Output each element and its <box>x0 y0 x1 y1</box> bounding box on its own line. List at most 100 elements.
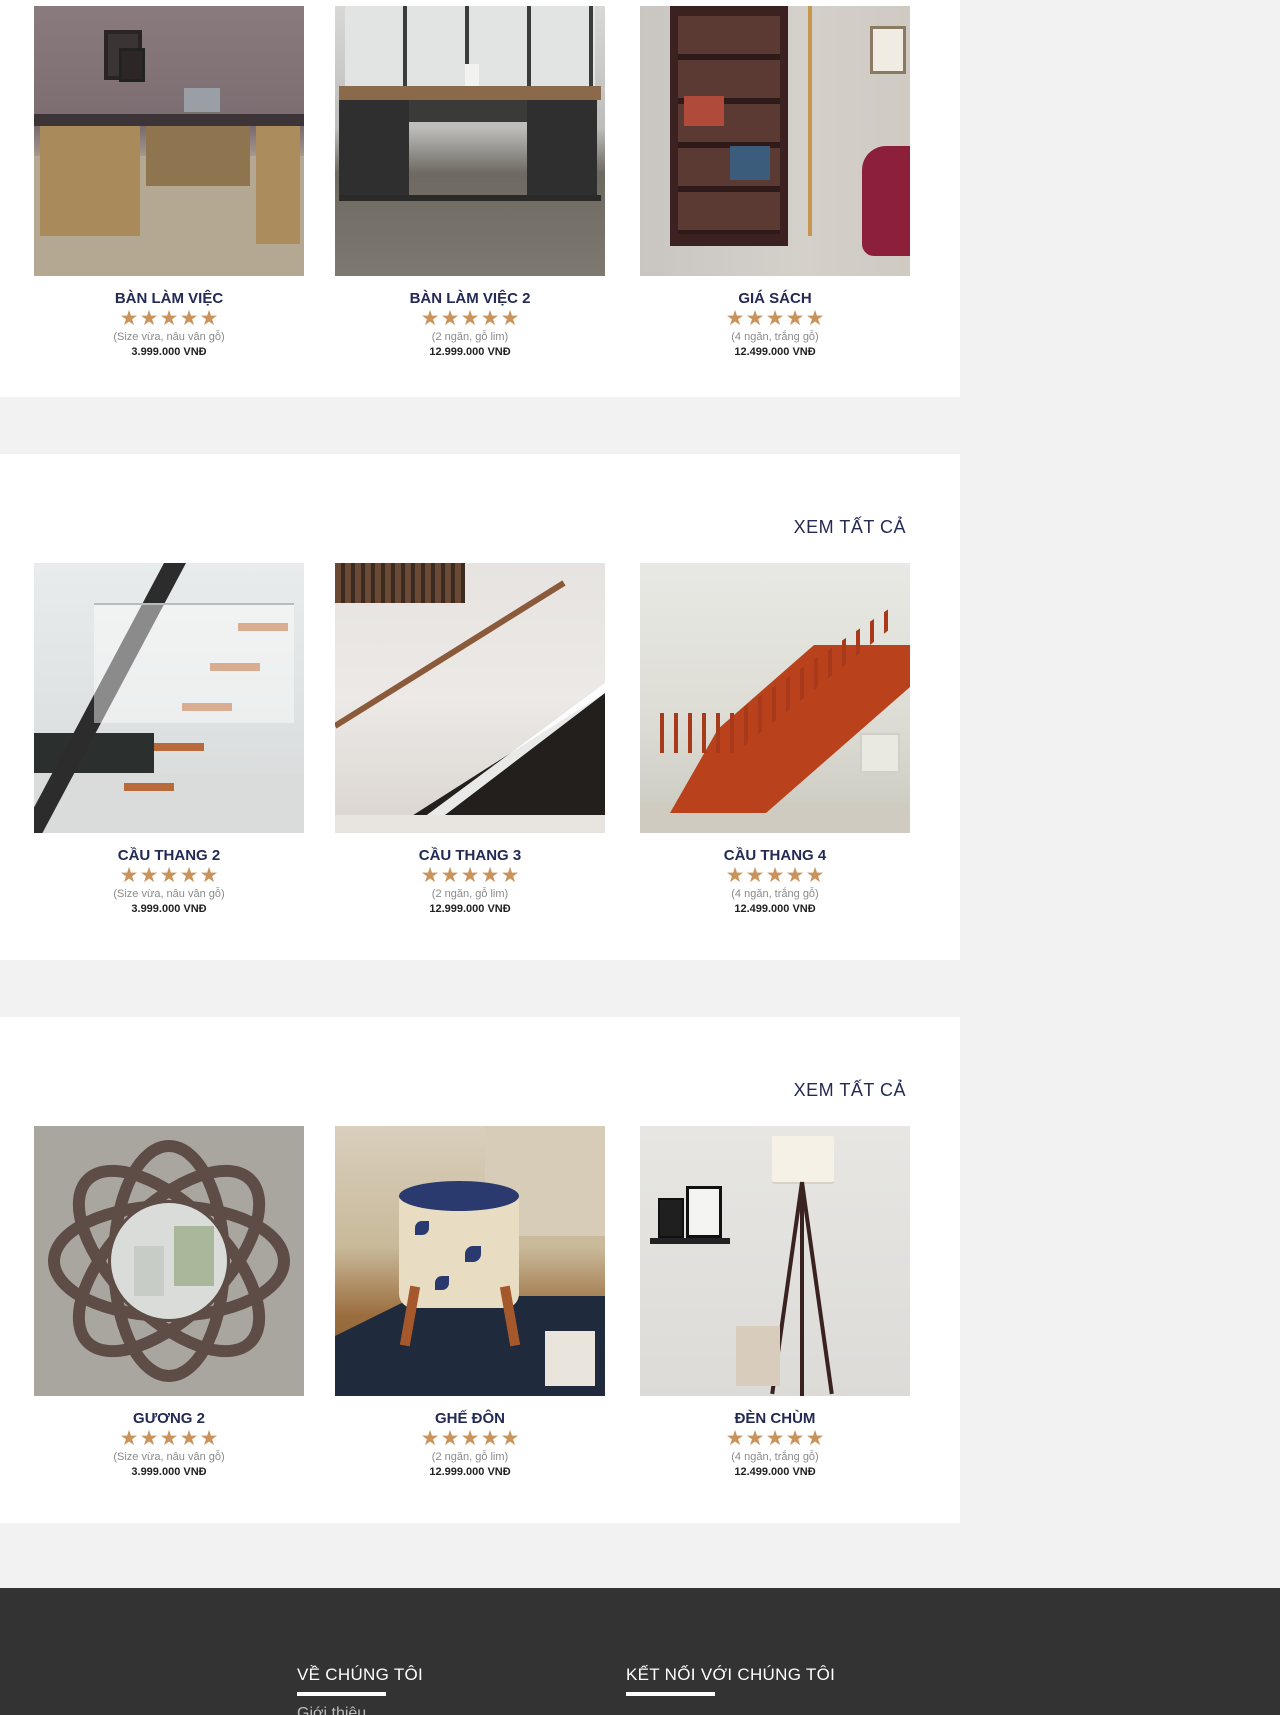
storage-staircase-image[interactable] <box>335 563 605 833</box>
rating-stars: ★★★★★ <box>335 864 605 887</box>
star-icon: ★ <box>179 1427 199 1450</box>
product-price: 3.999.000 VNĐ <box>131 346 207 358</box>
floor-lamp-image[interactable] <box>640 1126 910 1396</box>
star-icon: ★ <box>420 864 440 887</box>
star-icon: ★ <box>460 1427 480 1450</box>
product-price: 3.999.000 VNĐ <box>131 1466 207 1478</box>
star-icon: ★ <box>785 864 805 887</box>
product-description: (Size vừa, nâu vân gỗ) <box>113 888 225 900</box>
wooden-staircase-image[interactable] <box>640 563 910 833</box>
site-footer: VỀ CHÚNG TÔI Giới thiệu KẾT NỐI VỚI CHÚN… <box>0 1588 1280 1715</box>
star-icon: ★ <box>460 307 480 330</box>
star-icon: ★ <box>745 1427 765 1450</box>
rating-stars: ★★★★★ <box>34 864 304 887</box>
product-name[interactable]: GHẾ ĐÔN <box>335 1410 605 1428</box>
star-icon: ★ <box>199 1427 219 1450</box>
product-section-office: BÀN LÀM VIỆC ★★★★★ (Size vừa, nâu vân gỗ… <box>0 0 960 397</box>
product-name[interactable]: BÀN LÀM VIỆC 2 <box>335 290 605 308</box>
product-name[interactable]: CẦU THANG 3 <box>335 847 605 865</box>
star-icon: ★ <box>725 1427 745 1450</box>
product-price: 12.499.000 VNĐ <box>734 346 816 358</box>
star-icon: ★ <box>500 864 520 887</box>
product-card[interactable]: CẦU THANG 2 ★★★★★ (Size vừa, nâu vân gỗ)… <box>34 563 304 916</box>
product-description: (4 ngăn, trắng gỗ) <box>731 888 819 900</box>
rating-stars: ★★★★★ <box>640 1427 910 1450</box>
glass-staircase-image[interactable] <box>34 563 304 833</box>
product-price: 12.999.000 VNĐ <box>429 346 511 358</box>
star-icon: ★ <box>440 864 460 887</box>
star-icon: ★ <box>119 307 139 330</box>
view-all-link[interactable]: XEM TẤT CẢ <box>794 1080 906 1101</box>
bookshelf-image[interactable] <box>640 6 910 276</box>
product-card[interactable]: GIÁ SÁCH ★★★★★ (4 ngăn, trắng gỗ) 12.499… <box>640 6 910 359</box>
product-name[interactable]: GIÁ SÁCH <box>640 290 910 308</box>
rating-stars: ★★★★★ <box>335 1427 605 1450</box>
product-description: (Size vừa, nâu vân gỗ) <box>113 1451 225 1463</box>
decorative-mirror-image[interactable] <box>34 1126 304 1396</box>
star-icon: ★ <box>420 307 440 330</box>
star-icon: ★ <box>500 307 520 330</box>
product-card[interactable]: GƯƠNG 2 ★★★★★ (Size vừa, nâu vân gỗ) 3.9… <box>34 1126 304 1479</box>
star-icon: ★ <box>745 307 765 330</box>
product-section-decor: XEM TẤT CẢ GƯƠNG 2 ★★★★★ (Size vừa, nâu … <box>0 1017 960 1523</box>
mirror-frame-graphic <box>48 1140 290 1382</box>
product-description: (2 ngăn, gỗ lim) <box>431 888 509 900</box>
product-price: 12.499.000 VNĐ <box>734 903 816 915</box>
footer-about-title: VỀ CHÚNG TÔI <box>297 1665 424 1684</box>
star-icon: ★ <box>805 1427 825 1450</box>
industrial-desk-image[interactable] <box>335 6 605 276</box>
star-icon: ★ <box>420 1427 440 1450</box>
product-name[interactable]: BÀN LÀM VIỆC <box>34 290 304 308</box>
rating-stars: ★★★★★ <box>335 307 605 330</box>
star-icon: ★ <box>500 1427 520 1450</box>
product-section-stairs: XEM TẤT CẢ CẦU THANG 2 ★★★★★ (Size vừa, … <box>0 454 960 960</box>
footer-about-link[interactable]: Giới thiệu <box>297 1705 423 1715</box>
star-icon: ★ <box>745 864 765 887</box>
star-icon: ★ <box>159 307 179 330</box>
product-name[interactable]: CẦU THANG 2 <box>34 847 304 865</box>
product-card[interactable]: BÀN LÀM VIỆC ★★★★★ (Size vừa, nâu vân gỗ… <box>34 6 304 359</box>
footer-about-column: VỀ CHÚNG TÔI Giới thiệu <box>297 1665 423 1715</box>
star-icon: ★ <box>765 864 785 887</box>
star-icon: ★ <box>199 307 219 330</box>
product-name[interactable]: GƯƠNG 2 <box>34 1410 304 1428</box>
product-price: 12.999.000 VNĐ <box>429 1466 511 1478</box>
product-description: (2 ngăn, gỗ lim) <box>431 331 509 343</box>
product-name[interactable]: ĐÈN CHÙM <box>640 1410 910 1428</box>
star-icon: ★ <box>480 864 500 887</box>
star-icon: ★ <box>179 864 199 887</box>
product-description: (4 ngăn, trắng gỗ) <box>731 1451 819 1463</box>
star-icon: ★ <box>139 864 159 887</box>
product-description: (4 ngăn, trắng gỗ) <box>731 331 819 343</box>
star-icon: ★ <box>460 864 480 887</box>
product-card[interactable]: CẦU THANG 3 ★★★★★ (2 ngăn, gỗ lim) 12.99… <box>335 563 605 916</box>
star-icon: ★ <box>725 307 745 330</box>
star-icon: ★ <box>199 864 219 887</box>
product-card[interactable]: CẦU THANG 4 ★★★★★ (4 ngăn, trắng gỗ) 12.… <box>640 563 910 916</box>
footer-title-underline <box>297 1692 386 1696</box>
footer-title-underline <box>626 1692 715 1696</box>
star-icon: ★ <box>139 1427 159 1450</box>
rating-stars: ★★★★★ <box>34 307 304 330</box>
view-all-link[interactable]: XEM TẤT CẢ <box>794 517 906 538</box>
star-icon: ★ <box>139 307 159 330</box>
product-card[interactable]: BÀN LÀM VIỆC 2 ★★★★★ (2 ngăn, gỗ lim) 12… <box>335 6 605 359</box>
floral-stool-image[interactable] <box>335 1126 605 1396</box>
star-icon: ★ <box>805 864 825 887</box>
star-icon: ★ <box>765 1427 785 1450</box>
product-price: 12.499.000 VNĐ <box>734 1466 816 1478</box>
product-price: 3.999.000 VNĐ <box>131 903 207 915</box>
star-icon: ★ <box>785 1427 805 1450</box>
star-icon: ★ <box>119 1427 139 1450</box>
product-card[interactable]: GHẾ ĐÔN ★★★★★ (2 ngăn, gỗ lim) 12.999.00… <box>335 1126 605 1479</box>
rating-stars: ★★★★★ <box>34 1427 304 1450</box>
star-icon: ★ <box>440 307 460 330</box>
product-description: (2 ngăn, gỗ lim) <box>431 1451 509 1463</box>
product-card[interactable]: ĐÈN CHÙM ★★★★★ (4 ngăn, trắng gỗ) 12.499… <box>640 1126 910 1479</box>
star-icon: ★ <box>480 1427 500 1450</box>
star-icon: ★ <box>480 307 500 330</box>
l-shaped-desk-image[interactable] <box>34 6 304 276</box>
product-name[interactable]: CẦU THANG 4 <box>640 847 910 865</box>
star-icon: ★ <box>159 1427 179 1450</box>
star-icon: ★ <box>805 307 825 330</box>
